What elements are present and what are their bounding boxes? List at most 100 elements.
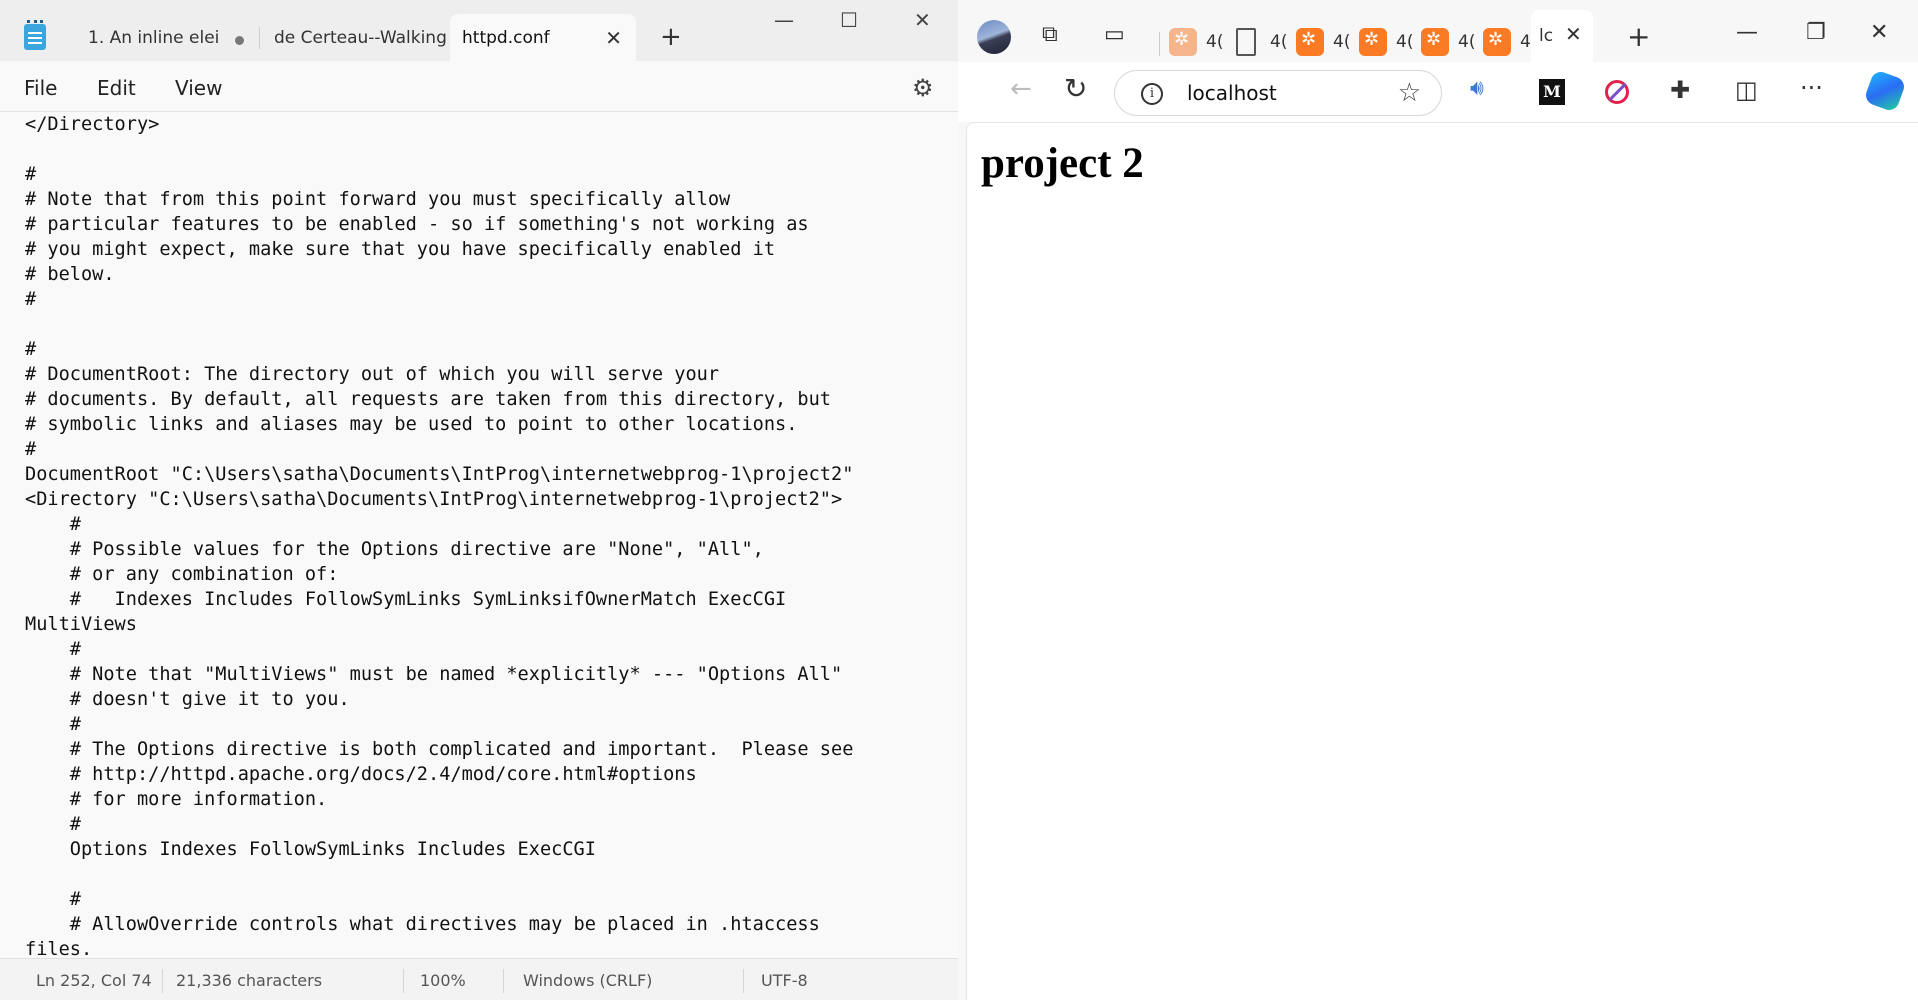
tab-inline-element[interactable]: 1. An inline elei [76,14,256,61]
refresh-icon[interactable]: ↻ [1064,72,1087,105]
tab-label: 4( [1206,32,1224,52]
edge-toolbar: ← ↻ i localhost ☆ 🔊︎ M ✚ ◫ ··· [958,62,1918,122]
tab-label: httpd.conf [462,28,550,48]
editor-line: # for more information. [25,789,328,810]
read-aloud-icon[interactable]: 🔊︎ [1470,76,1484,101]
editor-line: # Note that from this point forward you … [25,189,731,210]
tab-label: 4( [1333,32,1351,52]
workspaces-icon[interactable]: ⧉ [1042,22,1058,47]
favorite-star-icon[interactable]: ☆ [1398,78,1421,108]
close-tab-icon[interactable]: ✕ [605,26,622,50]
editor-line: MultiViews [25,614,137,635]
tab-httpd-conf[interactable]: httpd.conf ✕ [450,14,636,61]
notepad-menubar: File Edit View [0,61,958,111]
editor-line: </Directory> [25,114,160,135]
menu-edit[interactable]: Edit [97,76,136,100]
site-info-icon[interactable]: i [1141,83,1163,105]
restore-button[interactable]: ❐ [1806,20,1826,45]
tab-divider [1159,32,1160,56]
line-ending[interactable]: Windows (CRLF) [523,971,652,990]
editor-line: # AllowOverride controls what directives… [25,914,820,935]
blocker-extension-icon[interactable] [1605,80,1629,104]
editor-line: # you might expect, make sure that you h… [25,239,776,260]
page-viewport: project 2 [966,122,1918,1000]
editor-line: # [25,164,37,185]
editor-line: # below. [25,264,115,285]
split-screen-icon[interactable]: ◫ [1735,76,1758,104]
more-options-icon[interactable]: ··· [1800,74,1823,102]
editor-line: # [25,814,81,835]
editor-line: # doesn't give it to you. [25,689,350,710]
menu-view[interactable]: View [175,76,222,100]
editor-line: files. [25,939,93,958]
status-divider [162,969,163,993]
address-bar[interactable]: i localhost ☆ [1114,70,1442,116]
editor-line: # documents. By default, all requests ar… [25,389,831,410]
notepad-app-icon [24,20,46,50]
xampp-tab-icon[interactable] [1421,28,1449,56]
page-heading: project 2 [981,140,1144,187]
editor-line: # Possible values for the Options direct… [25,539,764,560]
medium-extension-icon[interactable]: M [1539,79,1565,105]
tab-de-certeau[interactable]: de Certeau--Walking [262,14,448,61]
copilot-icon[interactable] [1863,69,1907,113]
editor-line: # Note that "MultiViews" must be named *… [25,664,843,685]
vertical-tabs-icon[interactable]: ▭ [1104,22,1125,47]
editor-line: # [25,889,81,910]
editor-line: # [25,439,37,460]
editor-line: # Indexes Includes FollowSymLinks SymLin… [25,589,787,610]
close-button[interactable]: ✕ [1870,20,1888,45]
edge-window: ⧉ ▭ 4( 4( 4( 4( 4( 4( lc ✕ + — ❐ ✕ ← ↻ i… [958,0,1918,1000]
minimize-button[interactable]: — [1736,20,1758,45]
maximize-button[interactable]: ☐ [840,8,858,32]
xampp-tab-icon[interactable] [1169,28,1197,56]
editor-line: # [25,639,81,660]
xampp-tab-icon[interactable] [1359,28,1387,56]
close-tab-icon[interactable]: ✕ [1565,22,1582,46]
editor-line: <Directory "C:\Users\satha\Documents\Int… [25,489,843,510]
editor-line: # particular features to be enabled - so… [25,214,809,235]
tab-label: lc [1539,26,1554,46]
menu-file[interactable]: File [24,76,57,100]
zoom-level[interactable]: 100% [420,971,466,990]
new-tab-button[interactable]: + [660,22,682,52]
character-count: 21,336 characters [176,971,323,990]
settings-gear-icon[interactable]: ⚙ [912,74,934,102]
tab-label: 4( [1396,32,1414,52]
status-divider [403,969,404,993]
xampp-tab-icon[interactable] [1296,28,1324,56]
new-tab-button[interactable]: + [1627,20,1650,53]
edge-tabbar: ⧉ ▭ 4( 4( 4( 4( 4( 4( [958,8,1918,62]
tab-divider [259,27,260,49]
editor-line: # [25,514,81,535]
tab-label: 4( [1458,32,1476,52]
editor-line: # or any combination of: [25,564,339,585]
encoding[interactable]: UTF-8 [761,971,808,990]
editor-line: # DocumentRoot: The directory out of whi… [25,364,720,385]
editor-line: DocumentRoot "C:\Users\satha\Documents\I… [25,464,854,485]
editor-line: Options Indexes FollowSymLinks Includes … [25,839,596,860]
minimize-button[interactable]: — [774,8,794,32]
text-editor[interactable]: </Directory> # # Note that from this point… [0,111,958,958]
extensions-puzzle-icon[interactable]: ✚ [1670,76,1690,104]
status-divider [503,969,504,993]
cursor-position: Ln 252, Col 74 [36,971,152,990]
editor-line: # The Options directive is both complica… [25,739,854,760]
profile-avatar[interactable] [977,20,1011,54]
back-arrow-icon[interactable]: ← [1010,74,1032,104]
close-button[interactable]: ✕ [914,8,931,32]
editor-line: # [25,339,37,360]
editor-line: # [25,289,37,310]
editor-line: # symbolic links and aliases may be used… [25,414,798,435]
active-tab[interactable]: lc ✕ [1531,10,1593,62]
tab-label: 4( [1270,32,1288,52]
xampp-tab-icon[interactable] [1483,28,1511,56]
editor-line: # http://httpd.apache.org/docs/2.4/mod/c… [25,764,697,785]
tab-label: 1. An inline elei [88,28,220,48]
tab-label: de Certeau--Walking [274,28,447,48]
notepad-window: 1. An inline elei de Certeau--Walking ht… [0,0,958,1000]
document-tab-icon[interactable] [1236,28,1256,56]
unsaved-dot-icon [235,36,244,45]
address-text: localhost [1187,81,1277,105]
status-divider [743,969,744,993]
